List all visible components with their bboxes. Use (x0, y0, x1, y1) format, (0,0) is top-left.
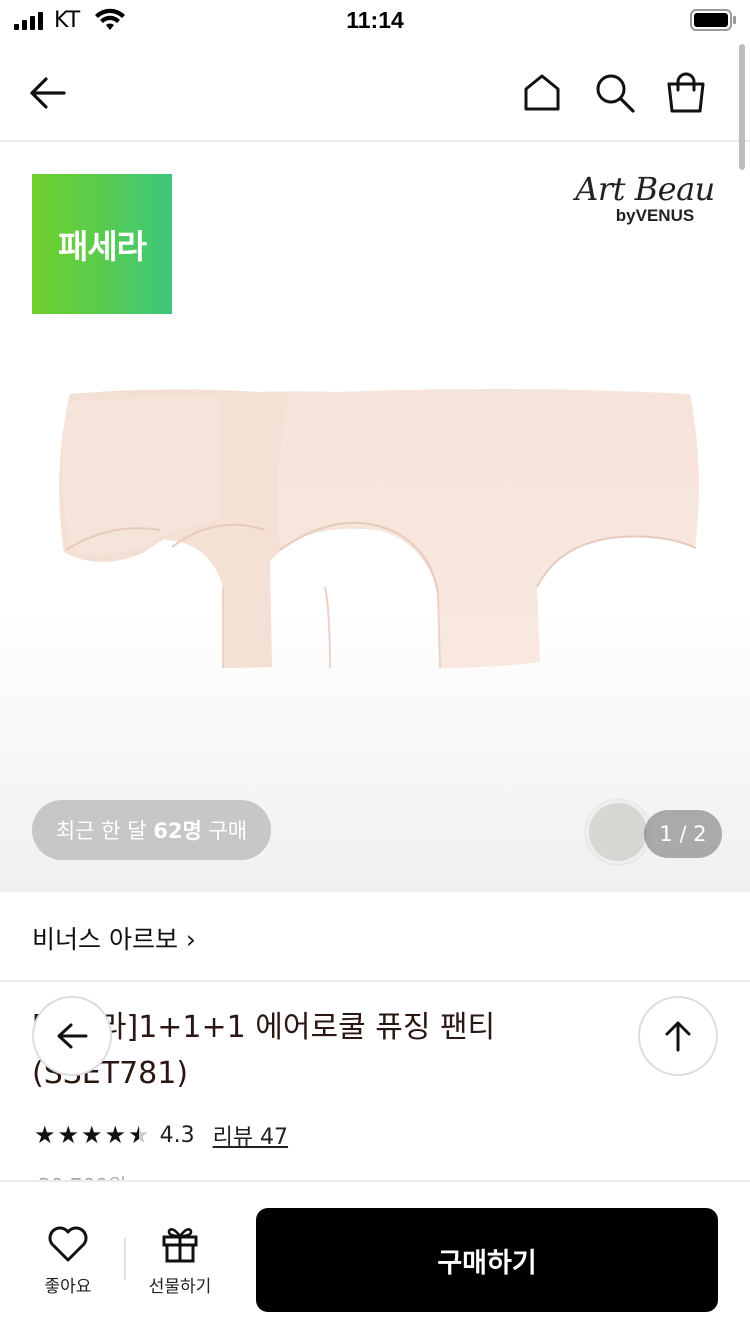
arrow-up-icon (665, 1021, 691, 1052)
scroll-to-top-button[interactable] (638, 996, 718, 1076)
back-arrow-icon (30, 77, 66, 109)
rating-row: ★ ★ ★ ★ ★ 4.3 리뷰 47 (34, 1118, 288, 1152)
buy-button[interactable]: 구매하기 (256, 1208, 718, 1312)
top-nav-bar (0, 44, 750, 142)
back-button[interactable] (25, 70, 71, 116)
color-swatch-black[interactable] (660, 800, 722, 862)
brand-link-row[interactable]: 비너스 아르보 › (0, 892, 750, 982)
partner-logo-script: Art Beau (575, 170, 715, 208)
search-icon (596, 74, 635, 113)
brand-name-link[interactable]: 비너스 아르보 › (32, 920, 196, 956)
bottom-action-bar: 좋아요 선물하기 구매하기 (0, 1180, 750, 1334)
home-icon (524, 74, 560, 111)
search-button[interactable] (592, 70, 638, 116)
brand-logo: 패세라 (32, 174, 172, 314)
like-label: 좋아요 (44, 1277, 92, 1297)
shopping-bag-icon (667, 72, 705, 113)
purchase-badge-count: 62명 (153, 819, 202, 843)
like-button[interactable]: 좋아요 (23, 1224, 113, 1297)
purchase-badge-prefix: 최근 한 달 (55, 819, 154, 843)
star-full-icon: ★ (104, 1121, 127, 1149)
back-arrow-icon (57, 1023, 88, 1049)
battery-icon (690, 9, 736, 31)
gift-button[interactable]: 선물하기 (135, 1224, 225, 1297)
star-full-icon: ★ (81, 1121, 103, 1149)
star-full-icon: ★ (34, 1121, 56, 1149)
product-image-carousel[interactable]: 패세라 Art Beau byVENUS 최근 한 달 62명 구매 1 / 2 (0, 142, 750, 892)
cart-button[interactable] (663, 70, 709, 116)
gift-label: 선물하기 (148, 1277, 212, 1297)
bottom-bar-divider (124, 1238, 126, 1280)
gift-icon (162, 1228, 198, 1263)
status-bar: KT 11:14 (0, 0, 750, 44)
recent-purchase-badge: 최근 한 달 62명 구매 (32, 800, 271, 860)
brand-logo-text: 패세라 (57, 227, 147, 266)
star-half-icon: ★ (128, 1121, 150, 1149)
purchase-badge-suffix: 구매 (201, 819, 248, 843)
heart-icon (48, 1226, 88, 1262)
scrollbar-thumb[interactable] (739, 44, 745, 170)
review-count-link[interactable]: 리뷰 47 (213, 1119, 288, 1151)
previous-button[interactable] (32, 996, 112, 1076)
partner-logo-by: byVENUS (615, 206, 695, 225)
rating-value: 4.3 (159, 1122, 195, 1148)
product-title: [패세라]1+1+1 에어로쿨 퓨징 팬티 (SSET781) (32, 1005, 552, 1097)
color-swatch-beige[interactable] (586, 800, 650, 864)
partner-logo: Art Beau byVENUS (565, 172, 725, 232)
star-full-icon: ★ (57, 1121, 80, 1149)
status-time: 11:14 (346, 7, 404, 33)
home-button[interactable] (519, 70, 565, 116)
product-title-line2: (SSET781) (32, 1056, 189, 1091)
product-image (59, 389, 699, 669)
